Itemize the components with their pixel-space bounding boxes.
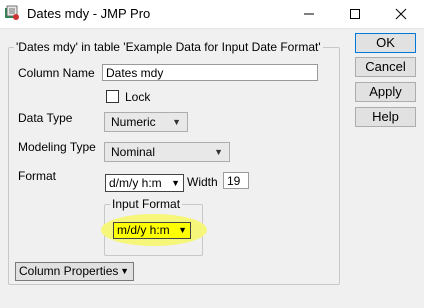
chevron-down-icon: ▼ xyxy=(120,266,129,276)
apply-button[interactable]: Apply xyxy=(355,82,416,102)
input-format-select[interactable]: m/d/y h:m ▼ xyxy=(113,222,191,239)
chevron-down-icon: ▼ xyxy=(171,178,180,188)
ok-button[interactable]: OK xyxy=(355,33,416,53)
lock-label: Lock xyxy=(125,90,151,104)
modeling-type-label: Modeling Type xyxy=(18,140,96,154)
input-format-title: Input Format xyxy=(110,197,183,211)
format-select[interactable]: d/m/y h:m ▼ xyxy=(105,174,184,192)
maximize-button[interactable] xyxy=(332,0,378,28)
cancel-button[interactable]: Cancel xyxy=(355,57,416,77)
title-bar: Dates mdy - JMP Pro xyxy=(0,0,424,29)
input-format-value: m/d/y h:m xyxy=(117,223,170,237)
width-label: Width xyxy=(187,175,218,189)
chevron-down-icon: ▼ xyxy=(214,147,223,157)
column-properties-button[interactable]: Column Properties ▼ xyxy=(15,262,134,281)
format-value: d/m/y h:m xyxy=(109,176,162,190)
help-button[interactable]: Help xyxy=(355,107,416,127)
width-input[interactable]: 19 xyxy=(223,172,249,189)
format-label: Format xyxy=(18,169,57,183)
group-title: 'Dates mdy' in table 'Example Data for I… xyxy=(14,40,323,54)
maximize-icon xyxy=(350,9,360,19)
chevron-down-icon: ▼ xyxy=(178,225,187,235)
lock-checkbox[interactable] xyxy=(106,90,119,103)
window-title: Dates mdy - JMP Pro xyxy=(27,6,151,21)
column-properties-label: Column Properties xyxy=(19,264,119,278)
column-name-label: Column Name xyxy=(18,66,95,80)
data-type-label: Data Type xyxy=(18,111,73,125)
jmp-app-icon xyxy=(5,5,19,20)
minimize-button[interactable] xyxy=(286,0,332,28)
modeling-type-select[interactable]: Nominal ▼ xyxy=(104,142,230,162)
data-type-value: Numeric xyxy=(111,115,156,129)
modeling-type-value: Nominal xyxy=(111,145,156,159)
column-name-input[interactable]: Dates mdy xyxy=(102,64,318,81)
minimize-icon xyxy=(304,13,314,15)
chevron-down-icon: ▼ xyxy=(172,117,181,127)
close-button[interactable] xyxy=(378,0,424,28)
data-type-select[interactable]: Numeric ▼ xyxy=(104,112,188,132)
close-icon xyxy=(395,8,407,20)
